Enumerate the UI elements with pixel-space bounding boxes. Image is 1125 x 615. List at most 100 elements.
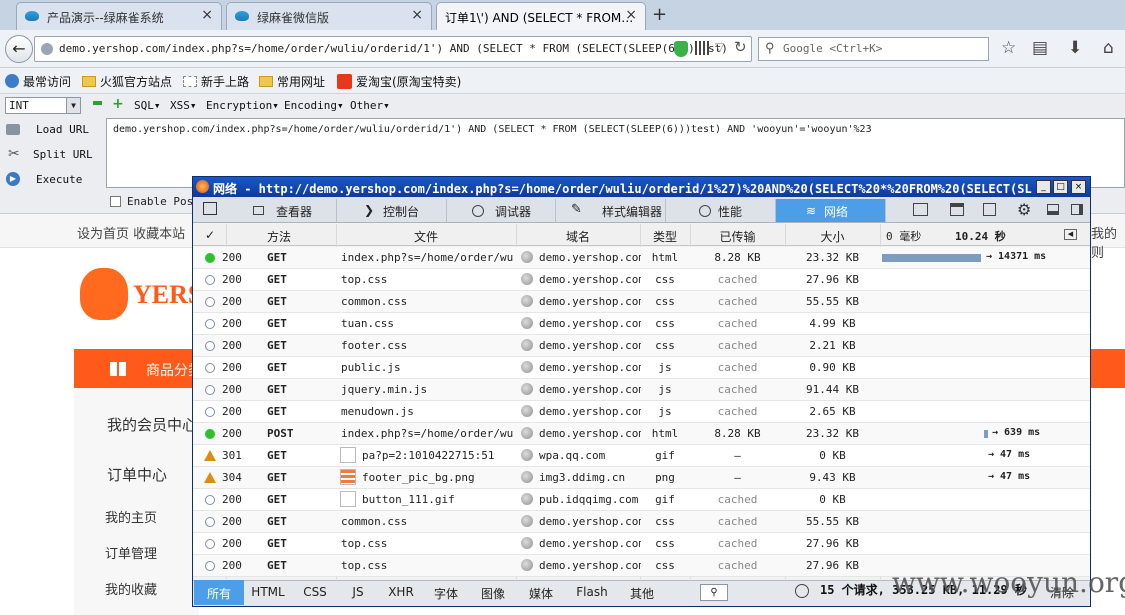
tab-product-demo[interactable]: 产品演示--绿麻雀系统 × [16, 2, 222, 30]
bookmark-firefox-sites[interactable]: 火狐官方站点 [82, 73, 172, 90]
bookmark-common-sites[interactable]: 常用网址 [259, 73, 325, 90]
int-select[interactable]: INT ▼ [5, 97, 81, 114]
close-button[interactable]: × [1071, 180, 1086, 194]
bookmark-aitaobao[interactable]: 爱淘宝(原淘宝特卖) [337, 73, 461, 90]
my-account-link[interactable]: 我的则 [1091, 223, 1125, 261]
filter-9[interactable]: 其他 [620, 580, 664, 605]
network-request-row[interactable]: 200 GET common.css demo.yershop.com css cache… [193, 511, 1090, 533]
tool-console[interactable]: ❯ 控制台 [337, 199, 447, 222]
network-request-row[interactable]: 200 GET footer.css demo.yershop.com css cache… [193, 335, 1090, 357]
home-favorite-links[interactable]: 设为首页 收藏本站 [77, 223, 185, 242]
shield-icon[interactable] [674, 41, 688, 57]
play-icon: ▶ [6, 172, 20, 186]
col-type[interactable]: 类型 [640, 228, 690, 245]
dock-bottom-icon[interactable] [1047, 204, 1059, 215]
url-input[interactable]: demo.yershop.com/index.php?s=/home/order… [34, 36, 752, 62]
request-transferred: cached [717, 295, 758, 308]
network-request-row[interactable]: 200 GET top.css demo.yershop.com css cached 27… [193, 533, 1090, 555]
bookmark-getting-started[interactable]: 新手上路 [183, 73, 249, 90]
close-icon[interactable]: × [201, 7, 213, 23]
home-icon[interactable]: ⌂ [1103, 38, 1114, 58]
col-domain[interactable]: 域名 [516, 228, 640, 245]
menu-sql[interactable]: SQL▾ [134, 99, 161, 112]
menu-my-home[interactable]: 我的主页 [105, 507, 157, 526]
split-url-button[interactable]: Split URL [33, 148, 93, 161]
filter-7[interactable]: 媒体 [518, 580, 564, 605]
filter-6[interactable]: 图像 [468, 580, 518, 605]
request-size: 0 KB [819, 449, 846, 462]
menu-encryption[interactable]: Encryption▾ [206, 99, 279, 112]
network-request-row[interactable]: 200 GET public.js demo.yershop.com js cached 0… [193, 357, 1090, 379]
new-tab-button[interactable]: + [652, 4, 667, 25]
network-request-row[interactable]: 301 GET pa?p=2:1010422715:51 wpa.qq.com gif —… [193, 445, 1090, 467]
minimize-button[interactable]: _ [1036, 180, 1051, 194]
request-type: css [655, 317, 675, 330]
filter-4[interactable]: XHR [378, 580, 424, 605]
enable-post-checkbox[interactable] [110, 196, 121, 207]
request-type: css [655, 339, 675, 352]
tool-inspector[interactable]: 查看器 [228, 199, 337, 222]
tool-performance[interactable]: 性能 [666, 199, 776, 222]
menu-xss[interactable]: XSS▾ [170, 99, 197, 112]
close-icon[interactable]: × [625, 7, 637, 23]
request-transferred: cached [717, 339, 758, 352]
network-request-row[interactable]: 304 GET footer_pic_bg.png img3.ddimg.cn png —… [193, 467, 1090, 489]
reader-icon[interactable]: ▤ [1032, 38, 1048, 58]
hackbar-url-text: demo.yershop.com/index.php?s=/home/order… [113, 124, 872, 135]
search-input[interactable]: ⚲ Google <Ctrl+K> [758, 37, 989, 61]
download-icon[interactable]: ⬇ [1068, 38, 1082, 58]
col-file[interactable]: 文件 [336, 228, 516, 245]
execute-button[interactable]: Execute [36, 173, 82, 186]
collapse-icon[interactable]: ◀ [1064, 229, 1077, 240]
menu-favorites[interactable]: 我的收藏 [105, 579, 157, 598]
network-request-row[interactable]: 200 GET index.php?s=/home/order/wu… demo.ye… [193, 247, 1090, 269]
tool-style-editor[interactable]: ✎ 样式编辑器 [556, 199, 666, 222]
plus-icon[interactable]: + [112, 96, 124, 112]
status-indicator-icon [205, 407, 215, 417]
tool-network[interactable]: ≋ 网络 [776, 199, 886, 222]
network-request-row[interactable]: 200 GET top.css demo.yershop.com css cached 27… [193, 269, 1090, 291]
minus-icon[interactable] [93, 101, 102, 105]
network-request-row[interactable]: 200 GET menudown.js demo.yershop.com js cache… [193, 401, 1090, 423]
menu-order-manage[interactable]: 订单管理 [105, 543, 157, 562]
close-icon[interactable]: × [411, 7, 423, 23]
back-button[interactable]: ← [5, 35, 33, 63]
request-type: html [651, 251, 679, 264]
bookmark-most-visited[interactable]: 最常访问 [5, 73, 71, 90]
qr-code-icon[interactable] [695, 41, 709, 55]
dropdown-arrow-icon[interactable]: ▽ [715, 40, 724, 54]
request-size: 23.32 KB [806, 251, 859, 264]
tab-order[interactable]: 订单1\') AND (SELECT * FROM… × [436, 2, 646, 30]
star-icon[interactable]: ☆ [1001, 38, 1016, 58]
menu-encoding[interactable]: Encoding▾ [284, 99, 344, 112]
request-file-name: menudown.js [341, 405, 414, 418]
filter-3[interactable]: JS [338, 580, 378, 605]
filter-8[interactable]: Flash [564, 580, 620, 605]
split-console-icon[interactable] [913, 203, 928, 216]
network-request-row[interactable]: 200 GET button_111.gif pub.idqqimg.com gif ca… [193, 489, 1090, 511]
maximize-button[interactable]: □ [1053, 180, 1068, 194]
reload-icon[interactable]: ↻ [734, 38, 747, 56]
network-request-row[interactable]: 200 GET tuan.css demo.yershop.com css cached 4… [193, 313, 1090, 335]
screenshot-icon[interactable] [983, 203, 996, 216]
col-method[interactable]: 方法 [232, 228, 326, 245]
filter-5[interactable]: 字体 [424, 580, 468, 605]
col-transferred[interactable]: 已传输 [690, 228, 785, 245]
network-request-row[interactable]: 200 GET jquery.min.js demo.yershop.com js cac… [193, 379, 1090, 401]
filter-2[interactable]: CSS [292, 580, 338, 605]
dock-side-icon[interactable] [1071, 204, 1083, 215]
settings-icon[interactable]: ⚙ [1017, 200, 1031, 219]
network-request-row[interactable]: 200 POST index.php?s=/home/order/wu… demo.y… [193, 423, 1090, 445]
tool-debugger[interactable]: 调试器 [447, 199, 556, 222]
inspect-icon[interactable] [203, 202, 217, 215]
filter-0[interactable]: 所有 [194, 580, 244, 605]
menu-other[interactable]: Other▾ [350, 99, 390, 112]
col-size[interactable]: 大小 [785, 228, 880, 245]
tab-wechat[interactable]: 绿麻雀微信版 × [226, 2, 432, 30]
load-url-button[interactable]: Load URL [36, 123, 89, 136]
responsive-icon[interactable] [950, 203, 964, 216]
col-status[interactable]: ✓ [203, 228, 217, 242]
filter-1[interactable]: HTML [244, 580, 292, 605]
network-request-row[interactable]: 200 GET common.css demo.yershop.com css cache… [193, 291, 1090, 313]
search-icon[interactable]: ⚲ [700, 584, 728, 601]
